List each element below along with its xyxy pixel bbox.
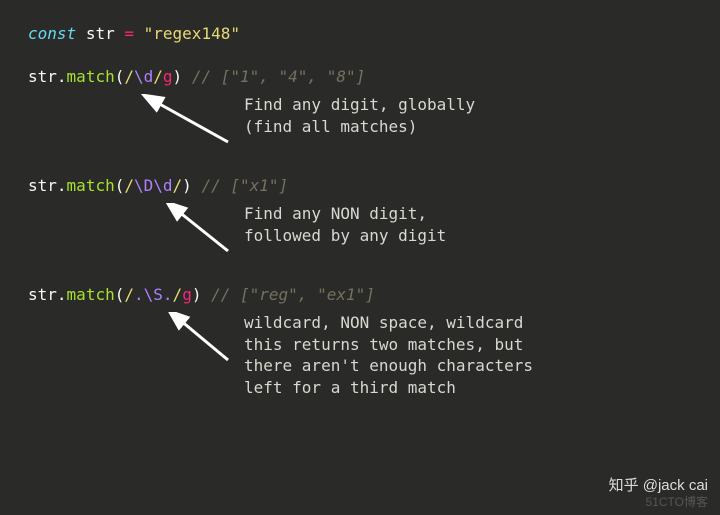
regex-open: / (124, 285, 134, 304)
paren-close: ) (182, 176, 192, 195)
comment: // ["reg", "ex1"] (211, 285, 375, 304)
explanation-1: Find any digit, globally (find all match… (244, 94, 475, 137)
watermark: 知乎 @jack cai 51CTO博客 (609, 477, 708, 509)
obj: str (28, 67, 57, 86)
method: match (67, 285, 115, 304)
regex-token: . (134, 285, 144, 304)
regex-open: / (124, 67, 134, 86)
regex-flag: g (182, 285, 192, 304)
code-line-2: str.match(/\D\d/) // ["x1"] (28, 176, 720, 195)
regex-close: / (173, 285, 183, 304)
operator-eq: = (124, 24, 134, 43)
arrow-icon (28, 94, 238, 154)
example-1: str.match(/\d/g) // ["1", "4", "8"] Find… (28, 67, 720, 154)
example-3: str.match(/.\S./g) // ["reg", "ex1"] wil… (28, 285, 720, 398)
comment: // ["x1"] (201, 176, 288, 195)
method: match (67, 176, 115, 195)
explanation-2: Find any NON digit, followed by any digi… (244, 203, 446, 246)
code-line-3: str.match(/.\S./g) // ["reg", "ex1"] (28, 285, 720, 304)
regex-token: \d (134, 67, 153, 86)
obj: str (28, 285, 57, 304)
watermark-line-2: 51CTO博客 (609, 495, 708, 509)
paren-close: ) (192, 285, 202, 304)
obj: str (28, 176, 57, 195)
dot: . (57, 67, 67, 86)
paren-open: ( (115, 67, 125, 86)
var-name: str (86, 24, 115, 43)
comment: // ["1", "4", "8"] (192, 67, 365, 86)
regex-token: \d (153, 176, 172, 195)
paren-close: ) (173, 67, 183, 86)
example-2: str.match(/\D\d/) // ["x1"] Find any NON… (28, 176, 720, 263)
regex-token: . (163, 285, 173, 304)
regex-token: \S (144, 285, 163, 304)
paren-open: ( (115, 176, 125, 195)
regex-token: \D (134, 176, 153, 195)
code-line-1: str.match(/\d/g) // ["1", "4", "8"] (28, 67, 720, 86)
explanation-3: wildcard, NON space, wildcard this retur… (244, 312, 533, 398)
regex-open: / (124, 176, 134, 195)
arrow-icon (28, 203, 238, 263)
code-declaration: const str = "regex148" (28, 24, 720, 43)
keyword-const: const (28, 24, 76, 43)
regex-flag: g (163, 67, 173, 86)
watermark-line-1: 知乎 @jack cai (609, 477, 708, 495)
paren-open: ( (115, 285, 125, 304)
regex-close: / (173, 176, 183, 195)
dot: . (57, 285, 67, 304)
dot: . (57, 176, 67, 195)
regex-close: / (153, 67, 163, 86)
string-literal: "regex148" (144, 24, 240, 43)
method: match (67, 67, 115, 86)
arrow-icon (28, 312, 238, 372)
